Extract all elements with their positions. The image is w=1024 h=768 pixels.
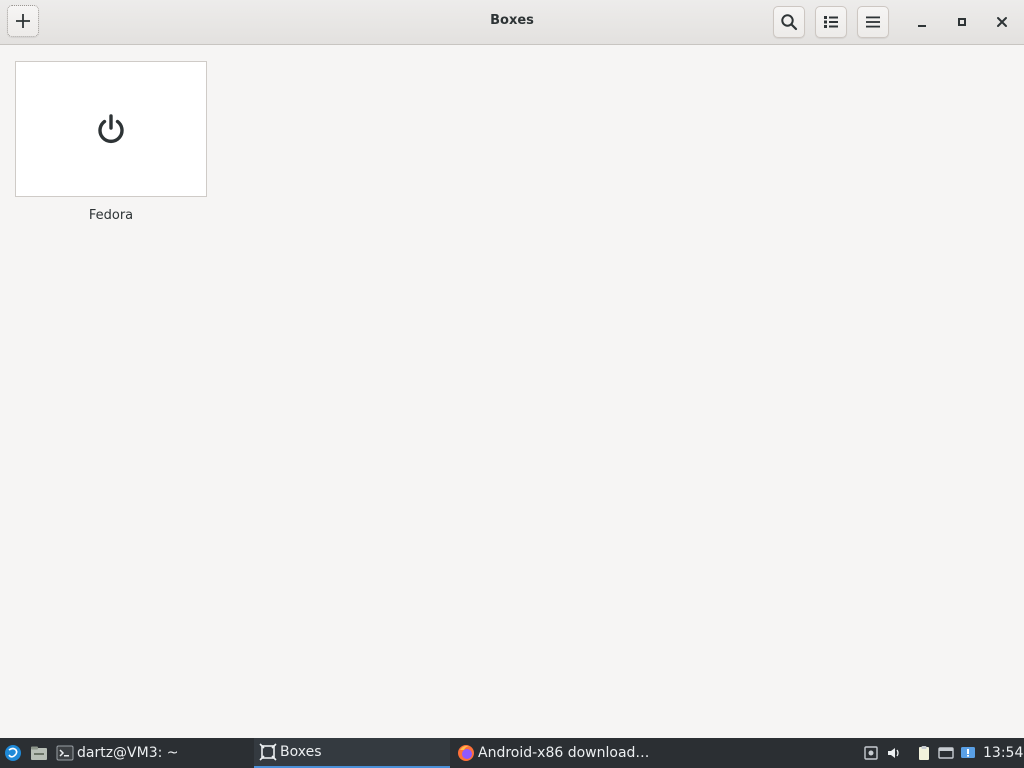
box-item-fedora[interactable]: Fedora bbox=[15, 61, 207, 223]
boxes-collection-view: Fedora bbox=[0, 45, 1024, 738]
display-icon bbox=[938, 747, 954, 759]
tray-display[interactable] bbox=[937, 744, 955, 762]
list-view-button[interactable] bbox=[815, 6, 847, 38]
hamburger-menu-icon bbox=[866, 16, 880, 28]
whisker-menu-button[interactable] bbox=[4, 744, 22, 762]
plus-icon bbox=[16, 14, 30, 28]
file-manager-launcher[interactable] bbox=[30, 744, 48, 762]
minimize-icon bbox=[918, 25, 926, 27]
box-thumbnail[interactable] bbox=[15, 61, 207, 197]
maximize-button[interactable] bbox=[950, 10, 974, 34]
power-icon bbox=[98, 114, 124, 144]
minimize-button[interactable] bbox=[910, 10, 934, 34]
maximize-icon bbox=[958, 18, 966, 26]
tray-volume[interactable] bbox=[885, 744, 903, 762]
notification-icon bbox=[961, 747, 975, 758]
boxes-icon bbox=[259, 743, 277, 761]
close-icon bbox=[997, 17, 1007, 27]
task-label: dartz@VM3: ~ bbox=[77, 745, 179, 761]
new-box-button[interactable] bbox=[7, 5, 39, 37]
screenshot-icon bbox=[864, 746, 878, 760]
task-firefox[interactable]: Android-x86 download… bbox=[457, 738, 657, 768]
task-terminal[interactable]: dartz@VM3: ~ bbox=[56, 738, 246, 768]
tray-clipboard[interactable] bbox=[915, 744, 933, 762]
main-menu-button[interactable] bbox=[857, 6, 889, 38]
tray-screenshot[interactable] bbox=[862, 744, 880, 762]
volume-icon bbox=[888, 748, 899, 758]
tray-notification[interactable] bbox=[959, 744, 977, 762]
search-button[interactable] bbox=[773, 6, 805, 38]
taskbar: dartz@VM3: ~ Boxes Android-x86 download… bbox=[0, 738, 1024, 768]
box-name-label: Fedora bbox=[88, 208, 134, 223]
task-label: Android-x86 download… bbox=[478, 745, 650, 761]
firefox-icon bbox=[458, 745, 474, 761]
whisker-menu-icon bbox=[5, 745, 21, 761]
clipboard-icon bbox=[919, 746, 929, 760]
terminal-icon bbox=[56, 745, 74, 761]
list-view-icon bbox=[824, 16, 838, 28]
task-boxes[interactable]: Boxes bbox=[254, 738, 450, 768]
close-button[interactable] bbox=[990, 10, 1014, 34]
search-icon bbox=[781, 14, 798, 31]
task-label: Boxes bbox=[280, 744, 322, 760]
header-bar: Boxes bbox=[0, 0, 1024, 45]
file-manager-icon bbox=[31, 746, 47, 760]
clock[interactable]: 13:54 bbox=[983, 745, 1023, 761]
